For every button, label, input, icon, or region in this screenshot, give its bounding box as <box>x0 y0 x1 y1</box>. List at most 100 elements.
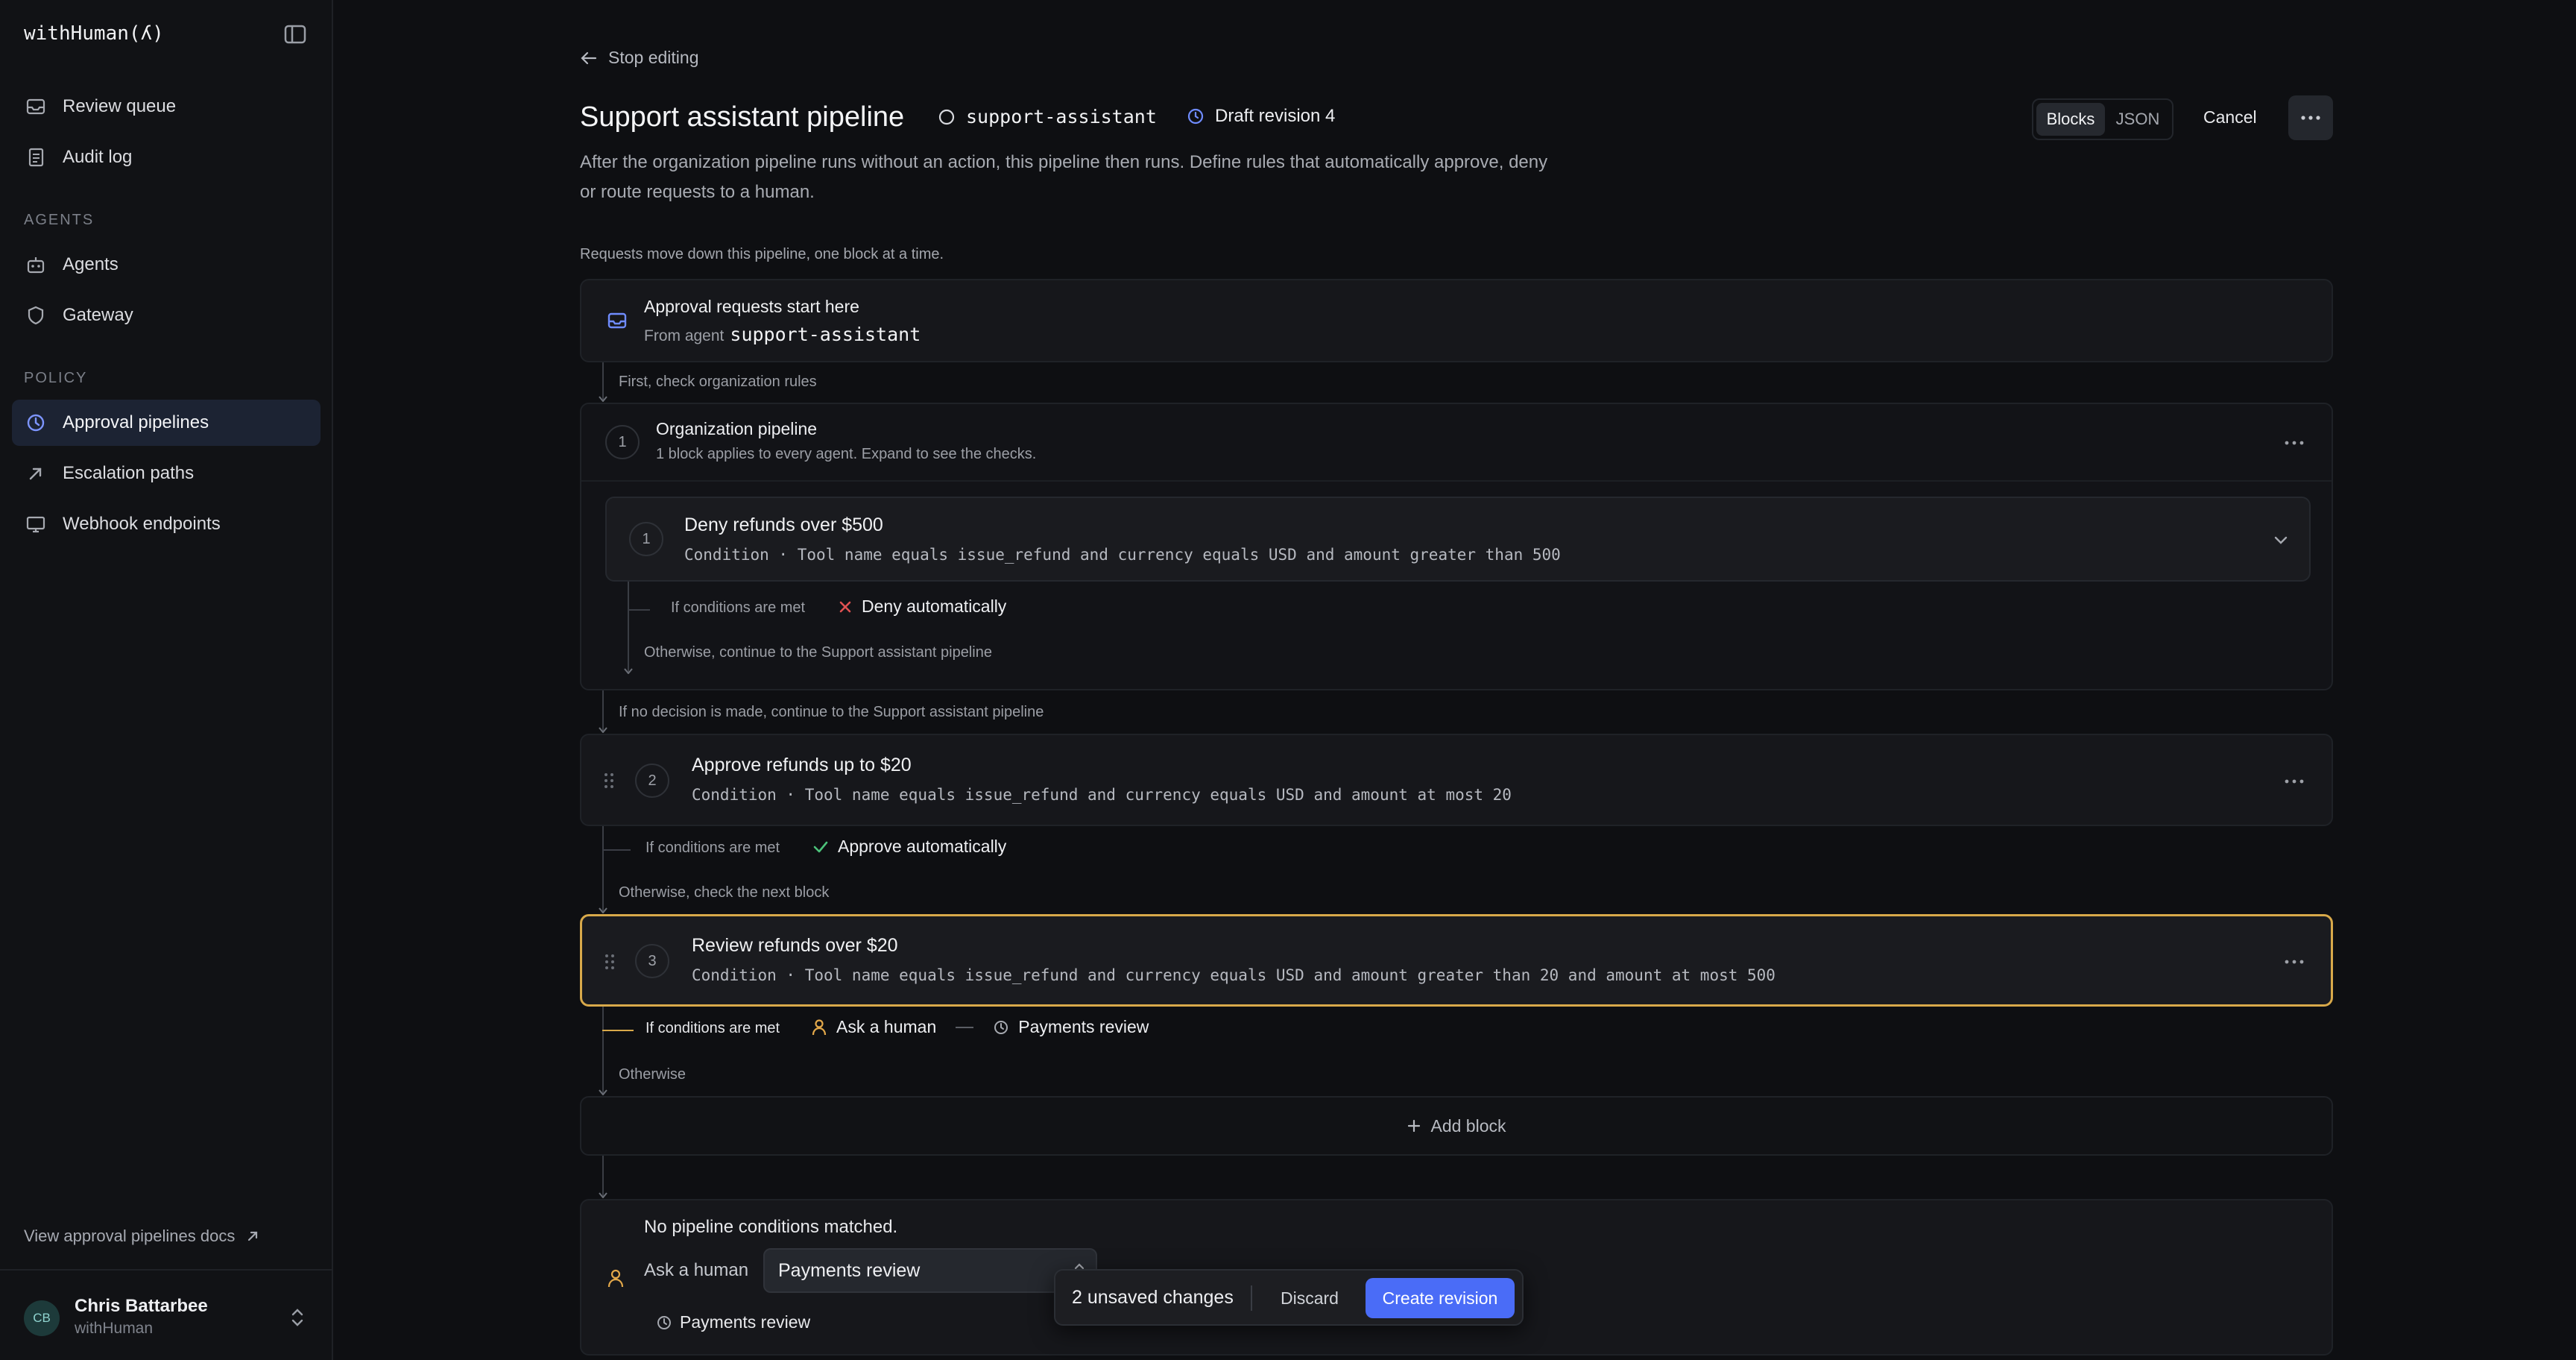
arrow-down-icon <box>599 1089 607 1095</box>
clock-icon <box>657 1315 671 1329</box>
escalation-path-label[interactable]: Payments review <box>1018 1017 1149 1037</box>
inbox-icon <box>26 98 45 115</box>
docs-link-label: View approval pipelines docs <box>24 1227 236 1245</box>
agent-chip: support-assistant <box>938 106 1157 128</box>
unsaved-count: 2 unsaved changes <box>1072 1287 1234 1308</box>
step-number: 1 <box>629 522 663 556</box>
connector-line <box>602 362 604 400</box>
document-icon <box>28 148 44 167</box>
chevron-down-icon[interactable] <box>2273 535 2288 546</box>
sidebar-item-approval-pipelines[interactable]: Approval pipelines <box>12 400 321 446</box>
block-condition: Condition · Tool name equals issue_refun… <box>692 786 1512 804</box>
outcome-approve: Approve automatically <box>812 837 1006 857</box>
step-number: 1 <box>605 425 640 459</box>
otherwise-label: Otherwise, continue to the Support assis… <box>644 644 992 661</box>
connector-label: First, check organization rules <box>619 374 817 390</box>
docs-link[interactable]: View approval pipelines docs <box>24 1227 260 1246</box>
outcome-label: Ask a human <box>836 1017 937 1036</box>
sidebar-item-label: Escalation paths <box>63 463 195 483</box>
arrow-down-icon <box>599 727 607 733</box>
block-card-approve[interactable]: 2 Approve refunds up to $20 Condition · … <box>580 734 2333 826</box>
connector-line <box>602 690 604 731</box>
drag-handle-icon[interactable] <box>604 954 615 970</box>
user-name: Chris Battarbee <box>75 1296 208 1316</box>
check-icon <box>813 841 828 852</box>
add-block-button[interactable]: Add block <box>580 1096 2333 1156</box>
branch-tick <box>628 609 650 611</box>
outcome-deny: Deny automatically <box>838 596 1006 617</box>
nav-section-policy: POLICY <box>24 370 88 386</box>
view-toggle-json[interactable]: JSON <box>2108 103 2168 136</box>
sidebar-toggle-icon[interactable] <box>283 24 307 45</box>
view-toggle: Blocks JSON <box>2032 98 2174 140</box>
stop-editing-link[interactable]: Stop editing <box>580 48 698 68</box>
outcome-label: Deny automatically <box>862 596 1007 616</box>
person-icon <box>812 1019 827 1035</box>
avatar: CB <box>24 1300 60 1336</box>
robot-icon <box>27 257 45 274</box>
sidebar-item-gateway[interactable]: Gateway <box>12 292 321 339</box>
block-card-review[interactable]: 3 Review refunds over $20 Condition · To… <box>580 914 2333 1007</box>
pipeline-icon <box>27 414 45 432</box>
stop-editing-label: Stop editing <box>608 48 699 67</box>
more-options-button[interactable] <box>2288 95 2333 140</box>
block-condition: Condition · Tool name equals issue_refun… <box>692 966 1775 984</box>
inbox-icon <box>607 312 627 329</box>
branch-tick <box>602 1030 634 1031</box>
monitor-icon <box>26 516 45 533</box>
plus-icon <box>1408 1119 1421 1133</box>
create-revision-button[interactable]: Create revision <box>1366 1278 1515 1318</box>
start-agent-name: support-assistant <box>730 324 921 345</box>
step-number: 2 <box>635 764 669 798</box>
add-block-label: Add block <box>1430 1115 1506 1136</box>
sidebar-item-audit-log[interactable]: Audit log <box>12 134 321 180</box>
drag-handle-icon[interactable] <box>604 772 614 789</box>
draft-revision-badge: Draft revision 4 <box>1187 106 1335 127</box>
step-number: 3 <box>635 944 669 978</box>
more-horizontal-icon[interactable] <box>2284 440 2305 446</box>
sidebar-item-escalation-paths[interactable]: Escalation paths <box>12 450 321 497</box>
arrow-down-icon <box>599 1192 607 1198</box>
sidebar-item-review-queue[interactable]: Review queue <box>12 84 321 130</box>
start-from-label: From agent <box>644 327 724 344</box>
outcome-label: Approve automatically <box>838 837 1007 856</box>
otherwise-label: Otherwise <box>619 1066 686 1083</box>
start-subtitle: From agent support-assistant <box>644 324 921 345</box>
organization-pipeline-header[interactable]: 1 Organization pipeline 1 block applies … <box>581 404 2332 482</box>
user-org: withHuman <box>75 1320 154 1337</box>
sidebar-item-agents[interactable]: Agents <box>12 242 321 288</box>
toast-divider <box>1251 1285 1252 1311</box>
otherwise-label: Otherwise, check the next block <box>619 884 830 901</box>
fallback-path-label: Payments review <box>680 1312 811 1332</box>
person-icon <box>607 1269 624 1288</box>
branch-line <box>602 826 604 911</box>
chevron-up-down-icon[interactable] <box>289 1306 306 1329</box>
external-link-icon <box>248 1231 258 1241</box>
view-toggle-blocks[interactable]: Blocks <box>2036 103 2105 136</box>
cancel-button[interactable]: Cancel <box>2203 107 2257 128</box>
unsaved-changes-toast: 2 unsaved changes Discard Create revisio… <box>1054 1269 1524 1326</box>
organization-pipeline-card: 1 Organization pipeline 1 block applies … <box>580 403 2333 690</box>
draft-revision-label: Draft revision 4 <box>1215 106 1336 126</box>
escalation-path-select[interactable]: Payments review <box>763 1248 1097 1293</box>
arrow-down-icon <box>599 907 607 913</box>
brand-logo[interactable]: withHuman(ʎ) <box>24 22 164 45</box>
agent-name: support-assistant <box>966 106 1157 128</box>
app-root: withHuman(ʎ) Review queue Audit log AGEN… <box>0 0 2576 1360</box>
user-menu[interactable]: CB Chris Battarbee withHuman <box>0 1269 333 1360</box>
start-card: Approval requests start here From agent … <box>580 279 2333 362</box>
arrow-left-icon <box>581 51 597 64</box>
more-horizontal-icon[interactable] <box>2284 959 2305 965</box>
more-horizontal-icon[interactable] <box>2284 778 2305 784</box>
discard-button[interactable]: Discard <box>1281 1288 1339 1309</box>
sidebar-item-webhook-endpoints[interactable]: Webhook endpoints <box>12 501 321 547</box>
if-conditions-label: If conditions are met <box>671 599 806 616</box>
page-title: Support assistant pipeline <box>580 101 905 133</box>
org-rule-card[interactable]: 1 Deny refunds over $500 Condition · Too… <box>605 497 2311 582</box>
outcome-ask-human: Ask a human Payments review <box>811 1017 1149 1037</box>
separator-dash <box>956 1026 974 1028</box>
rule-condition: Condition · Tool name equals issue_refun… <box>684 546 1561 564</box>
sidebar-item-label: Audit log <box>63 147 133 167</box>
sidebar-item-label: Approval pipelines <box>63 412 209 432</box>
arrow-down-icon <box>624 668 633 674</box>
